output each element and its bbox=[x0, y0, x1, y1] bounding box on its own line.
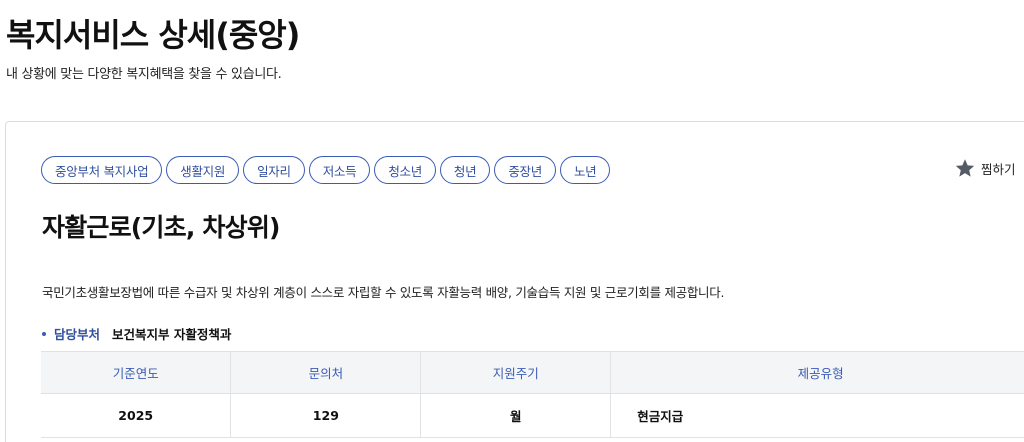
header-provision-type: 제공유형 bbox=[610, 351, 1024, 394]
service-detail-card: 중앙부처 복지사업 생활지원 일자리 저소득 청소년 청년 중장년 노년 찜하기… bbox=[5, 121, 1024, 442]
tag-young-adult[interactable]: 청년 bbox=[439, 156, 491, 184]
tag-youth-teen[interactable]: 청소년 bbox=[374, 156, 436, 184]
header-support-cycle: 지원주기 bbox=[420, 351, 612, 394]
tag-middle-aged[interactable]: 중장년 bbox=[494, 156, 556, 184]
department-value: 보건복지부 자활정책과 bbox=[112, 327, 232, 342]
service-info-table: 기준연도 문의처 지원주기 제공유형 2025 129 월 현금지급 bbox=[41, 351, 1024, 438]
tag-list: 중앙부처 복지사업 생활지원 일자리 저소득 청소년 청년 중장년 노년 bbox=[41, 156, 611, 184]
cell-base-year: 2025 bbox=[41, 393, 232, 438]
tag-living-support[interactable]: 생활지원 bbox=[166, 156, 240, 184]
table-row: 2025 129 월 현금지급 bbox=[41, 393, 1024, 438]
tag-jobs[interactable]: 일자리 bbox=[243, 156, 305, 184]
service-title: 자활근로(기초, 차상위) bbox=[42, 213, 280, 242]
header-base-year: 기준연도 bbox=[41, 351, 232, 394]
favorite-button[interactable]: 찜하기 bbox=[954, 157, 1016, 179]
cell-contact: 129 bbox=[230, 393, 422, 438]
star-icon bbox=[955, 159, 975, 177]
page-title: 복지서비스 상세(중앙) bbox=[6, 16, 300, 54]
header-contact: 문의처 bbox=[230, 351, 422, 394]
bullet-dot-icon bbox=[42, 331, 46, 336]
department-info: 담당부처 보건복지부 자활정책과 bbox=[42, 324, 231, 343]
tag-senior[interactable]: 노년 bbox=[559, 156, 611, 184]
cell-provision-type: 현금지급 bbox=[610, 393, 1024, 438]
favorite-label: 찜하기 bbox=[981, 161, 1016, 177]
tag-central-welfare[interactable]: 중앙부처 복지사업 bbox=[41, 156, 163, 184]
page-subtitle: 내 상황에 맞는 다양한 복지혜택을 찾을 수 있습니다. bbox=[6, 67, 282, 82]
service-description: 국민기초생활보장법에 따른 수급자 및 차상위 계층이 스스로 자립할 수 있도… bbox=[42, 285, 725, 300]
table-header-row: 기준연도 문의처 지원주기 제공유형 bbox=[41, 351, 1024, 394]
cell-support-cycle: 월 bbox=[420, 393, 612, 438]
department-label: 담당부처 bbox=[54, 327, 101, 342]
tag-low-income[interactable]: 저소득 bbox=[308, 156, 371, 184]
